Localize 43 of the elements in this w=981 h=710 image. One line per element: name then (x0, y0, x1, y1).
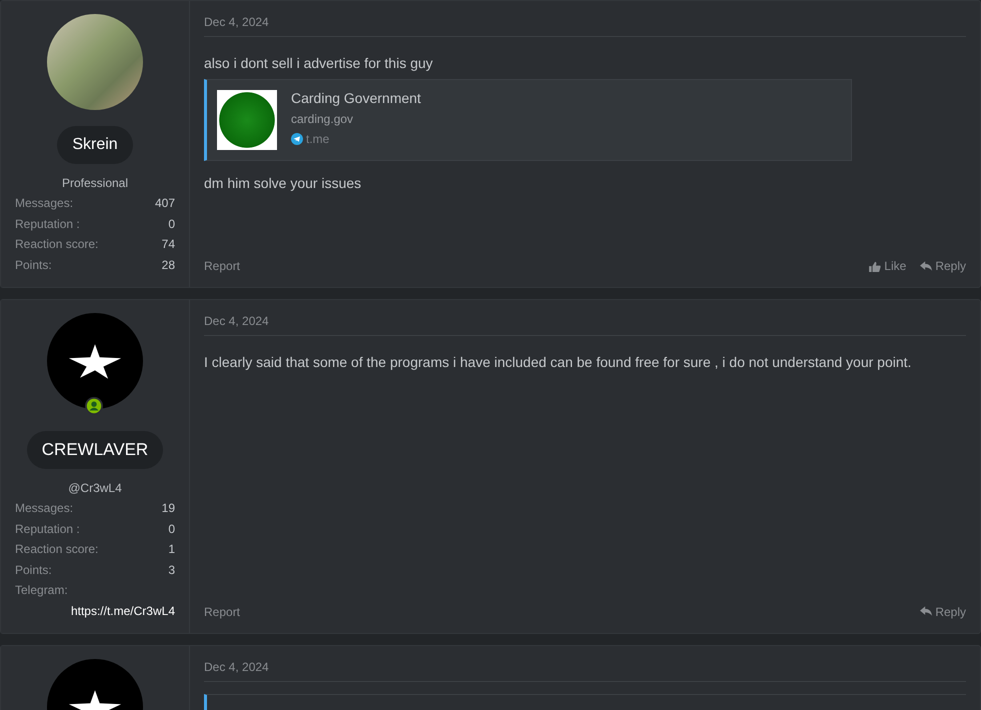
telegram-icon (291, 133, 303, 145)
reply-arrow-icon (920, 260, 932, 272)
stat-value: 19 (162, 501, 175, 516)
stat-label: Messages: (15, 501, 74, 516)
stat-value: 3 (168, 562, 175, 577)
star-logo-icon (67, 342, 123, 380)
reply-arrow-icon (920, 606, 932, 617)
user-title: @Cr3wL4 (67, 481, 123, 495)
stat-label: Points: (15, 562, 52, 577)
stat-label: Reaction score: (15, 237, 98, 252)
message-text: I clearly said that some of the programs i have included can be found free for sure , i do not understand your point. (204, 354, 912, 370)
stat-value: 0 (168, 522, 175, 536)
username-link[interactable]: CREWLAVER (26, 431, 164, 469)
stat-value: 74 (162, 237, 175, 252)
field-label: Telegram: (15, 583, 68, 598)
stat-value: 407 (154, 196, 175, 210)
post-date[interactable]: Dec 4, 2024 (204, 314, 966, 336)
preview-domain: carding.gov (291, 112, 354, 126)
stat-label: Reputation : (15, 522, 80, 536)
like-button[interactable]: Like (869, 259, 906, 273)
post-date[interactable]: Dec 4, 2024 (204, 15, 966, 37)
stat-label: Points: (15, 258, 52, 272)
user-title: Professional (60, 176, 130, 190)
post-date[interactable]: Dec 4, 2024 (204, 660, 966, 682)
stat-label: Reaction score: (15, 542, 98, 556)
preview-title: Carding Government (291, 90, 421, 106)
stat-label: Messages: (15, 196, 74, 210)
stat-value: 0 (168, 216, 175, 231)
reply-button[interactable]: Reply (920, 259, 966, 273)
stat-value: 28 (162, 258, 175, 272)
globe-thumbnail-placeholder (217, 90, 277, 150)
username-link[interactable]: Skrein (57, 126, 133, 164)
thumbs-up-icon (869, 260, 882, 272)
link-preview-card[interactable]: Carding Government carding.gov t.me (204, 79, 852, 161)
preview-source: t.me (306, 132, 330, 146)
telegram-link[interactable]: https://t.me/Cr3wL4 (70, 604, 175, 618)
message-text: also i dont sell i advertise for this guy (204, 55, 434, 71)
stat-value: 1 (168, 542, 175, 556)
report-link[interactable]: Report (204, 259, 240, 273)
message-text: dm him solve your issues (204, 175, 362, 191)
report-link[interactable]: Report (204, 604, 240, 618)
stat-label: Reputation : (15, 216, 80, 231)
reply-button[interactable]: Reply (920, 604, 966, 618)
